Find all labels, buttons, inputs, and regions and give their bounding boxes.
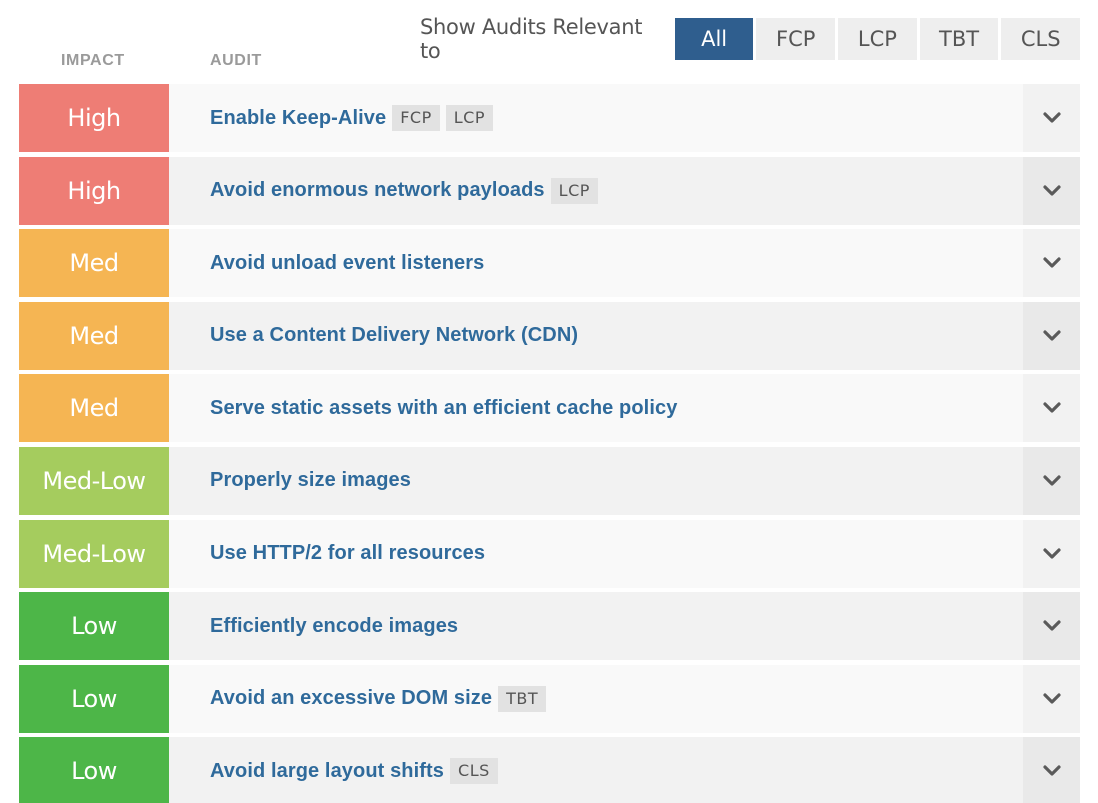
filter-label: Show Audits Relevant to	[420, 15, 643, 63]
chevron-down-icon	[1042, 620, 1061, 631]
expand-button[interactable]	[1023, 592, 1080, 661]
audit-row-body[interactable]: Use HTTP/2 for all resources	[169, 519, 1023, 588]
audit-title[interactable]: Avoid an excessive DOM size	[210, 687, 492, 710]
expand-button[interactable]	[1023, 519, 1080, 588]
audit-row[interactable]: Low Avoid large layout shifts CLS	[19, 737, 1080, 803]
expand-button[interactable]	[1023, 84, 1080, 152]
metric-tag: FCP	[392, 105, 440, 131]
filter-tbt-button[interactable]: TBT	[919, 18, 999, 60]
metric-tag: LCP	[445, 105, 493, 131]
audit-title[interactable]: Efficiently encode images	[210, 615, 458, 638]
audit-row[interactable]: Low Avoid an excessive DOM size TBT	[19, 664, 1080, 733]
audit-row-body[interactable]: Avoid enormous network payloads LCP	[169, 156, 1023, 225]
expand-button[interactable]	[1023, 374, 1080, 443]
audit-title[interactable]: Enable Keep-Alive	[210, 107, 386, 130]
audit-page: IMPACT AUDIT Show Audits Relevant to All…	[0, 0, 1098, 803]
impact-badge: Med-Low	[19, 446, 169, 515]
audit-row[interactable]: High Enable Keep-Alive FCP LCP	[19, 84, 1080, 152]
expand-button[interactable]	[1023, 301, 1080, 370]
audit-title[interactable]: Avoid large layout shifts	[210, 760, 444, 783]
audit-filter-bar: Show Audits Relevant to All FCP LCP TBT …	[420, 15, 1080, 63]
audit-title[interactable]: Serve static assets with an efficient ca…	[210, 397, 677, 420]
chevron-down-icon	[1042, 112, 1061, 123]
impact-badge: High	[19, 84, 169, 152]
audit-row-body[interactable]: Properly size images	[169, 446, 1023, 515]
expand-button[interactable]	[1023, 446, 1080, 515]
impact-badge: Low	[19, 664, 169, 733]
impact-badge: Med	[19, 229, 169, 298]
audit-row[interactable]: Med Use a Content Delivery Network (CDN)	[19, 301, 1080, 370]
expand-button[interactable]	[1023, 229, 1080, 298]
audit-title[interactable]: Use a Content Delivery Network (CDN)	[210, 324, 578, 347]
audit-row[interactable]: High Avoid enormous network payloads LCP	[19, 156, 1080, 225]
chevron-down-icon	[1042, 402, 1061, 413]
audit-row[interactable]: Med-Low Properly size images	[19, 446, 1080, 515]
metric-tag: LCP	[550, 177, 598, 204]
chevron-down-icon	[1042, 475, 1061, 486]
audit-row-body[interactable]: Avoid an excessive DOM size TBT	[169, 664, 1023, 733]
audit-title[interactable]: Properly size images	[210, 469, 411, 492]
expand-button[interactable]	[1023, 737, 1080, 803]
impact-badge: Med-Low	[19, 519, 169, 588]
audit-list: High Enable Keep-Alive FCP LCP High Avoid eno…	[19, 84, 1080, 803]
audit-title[interactable]: Avoid enormous network payloads	[210, 179, 545, 202]
filter-cls-button[interactable]: CLS	[1001, 18, 1080, 60]
audit-row-body[interactable]: Avoid unload event listeners	[169, 229, 1023, 298]
audit-title[interactable]: Use HTTP/2 for all resources	[210, 542, 485, 565]
audit-title[interactable]: Avoid unload event listeners	[210, 252, 484, 275]
filter-fcp-button[interactable]: FCP	[756, 18, 836, 60]
impact-badge: Low	[19, 592, 169, 661]
impact-column-header: IMPACT	[61, 52, 125, 69]
chevron-down-icon	[1042, 765, 1061, 776]
metric-tag: TBT	[498, 685, 547, 712]
chevron-down-icon	[1042, 693, 1061, 704]
metric-tag: CLS	[450, 758, 498, 785]
audit-row[interactable]: Med Serve static assets with an efficient…	[19, 374, 1080, 443]
chevron-down-icon	[1042, 330, 1061, 341]
chevron-down-icon	[1042, 547, 1061, 559]
chevron-down-icon	[1042, 257, 1061, 268]
impact-badge: High	[19, 156, 169, 225]
impact-badge: Low	[19, 737, 169, 803]
impact-badge: Med	[19, 374, 169, 443]
filter-lcp-button[interactable]: LCP	[838, 18, 917, 60]
audit-row-body[interactable]: Use a Content Delivery Network (CDN)	[169, 301, 1023, 370]
filter-all-button[interactable]: All	[674, 18, 754, 60]
audit-row[interactable]: Med-Low Use HTTP/2 for all resources	[19, 519, 1080, 588]
audit-row[interactable]: Med Avoid unload event listeners	[19, 229, 1080, 298]
audit-column-header: AUDIT	[210, 52, 262, 69]
chevron-down-icon	[1042, 184, 1061, 196]
audit-row-body[interactable]: Enable Keep-Alive FCP LCP	[169, 84, 1023, 152]
expand-button[interactable]	[1023, 664, 1080, 733]
audit-row-body[interactable]: Avoid large layout shifts CLS	[169, 737, 1023, 803]
audit-row-body[interactable]: Efficiently encode images	[169, 592, 1023, 661]
impact-badge: Med	[19, 301, 169, 370]
audit-row-body[interactable]: Serve static assets with an efficient ca…	[169, 374, 1023, 443]
audit-row[interactable]: Low Efficiently encode images	[19, 592, 1080, 661]
expand-button[interactable]	[1023, 156, 1080, 225]
